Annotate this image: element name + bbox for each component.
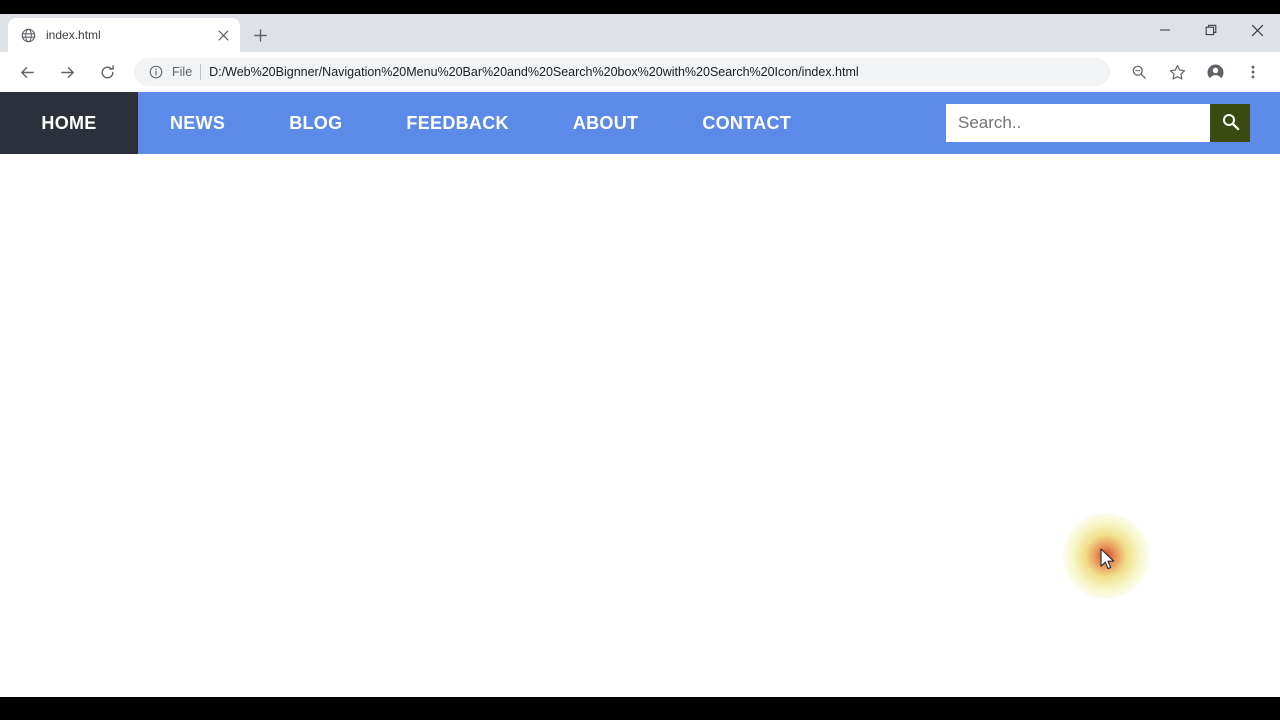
nav-item-contact[interactable]: CONTACT xyxy=(670,92,823,154)
star-icon[interactable] xyxy=(1163,58,1191,86)
address-bar[interactable]: File D:/Web%20Bignner/Navigation%20Menu%… xyxy=(134,58,1110,86)
globe-icon xyxy=(20,27,36,43)
minimize-icon[interactable] xyxy=(1142,14,1188,46)
tab-strip: index.html xyxy=(0,14,1280,52)
click-highlight xyxy=(1063,513,1149,599)
toolbar-actions xyxy=(1120,58,1272,86)
letterbox-bottom xyxy=(0,697,1280,720)
nav-item-about[interactable]: ABOUT xyxy=(541,92,671,154)
info-circle-icon[interactable] xyxy=(148,64,164,80)
url-scheme-label: File xyxy=(172,65,193,79)
letterbox-top xyxy=(0,0,1280,14)
window-controls xyxy=(1142,14,1280,46)
back-arrow-icon[interactable] xyxy=(13,58,41,86)
new-tab-button[interactable] xyxy=(246,21,274,49)
search-button[interactable] xyxy=(1210,104,1250,142)
mouse-cursor xyxy=(1100,548,1116,572)
site-search-form xyxy=(946,104,1250,142)
screen-root: index.html File D:/Web%20Bignner/Navigat… xyxy=(0,0,1280,720)
url-text: D:/Web%20Bignner/Navigation%20Menu%20Bar… xyxy=(209,65,859,79)
search-icon xyxy=(1221,112,1240,134)
nav-item-feedback[interactable]: FEEDBACK xyxy=(374,92,540,154)
forward-arrow-icon[interactable] xyxy=(53,58,81,86)
three-dot-menu-icon[interactable] xyxy=(1239,58,1267,86)
site-navigation-bar: HOME NEWS BLOG FEEDBACK ABOUT CONTACT xyxy=(0,92,1280,154)
reload-icon[interactable] xyxy=(93,58,121,86)
search-input[interactable] xyxy=(946,104,1210,142)
page-viewport: HOME NEWS BLOG FEEDBACK ABOUT CONTACT xyxy=(0,92,1280,697)
tab-title: index.html xyxy=(46,28,101,42)
browser-toolbar: File D:/Web%20Bignner/Navigation%20Menu%… xyxy=(0,52,1280,92)
browser-tab[interactable]: index.html xyxy=(8,18,240,52)
omnibox-divider xyxy=(200,64,202,80)
nav-item-home[interactable]: HOME xyxy=(0,92,138,154)
account-avatar-icon[interactable] xyxy=(1201,58,1229,86)
browser-window: index.html File D:/Web%20Bignner/Navigat… xyxy=(0,14,1280,697)
nav-item-news[interactable]: NEWS xyxy=(138,92,257,154)
window-close-icon[interactable] xyxy=(1234,14,1280,46)
close-icon[interactable] xyxy=(214,26,232,44)
nav-item-blog[interactable]: BLOG xyxy=(257,92,374,154)
zoom-icon[interactable] xyxy=(1125,58,1153,86)
restore-icon[interactable] xyxy=(1188,14,1234,46)
